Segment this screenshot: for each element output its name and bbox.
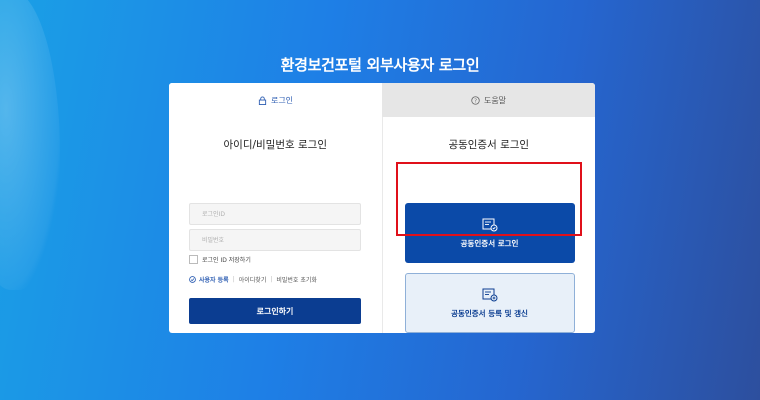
login-panel: 로그인 ? 도움말 아이디/비밀번호 로그인 로그인 ID 저장하기 — [169, 83, 595, 333]
cert-login-section: 공동인증서 로그인 공동인증서 로그인 공동인증서 등록 및 갱신 — [383, 117, 596, 333]
account-links: 사용자 등록 | 아이디찾기 | 비밀번호 초기화 — [189, 275, 317, 284]
login-id-input[interactable] — [189, 203, 361, 225]
register-link-label: 사용자 등록 — [199, 277, 229, 284]
check-circle-icon — [189, 276, 196, 283]
password-input[interactable] — [189, 229, 361, 251]
cert-register-button[interactable]: 공동인증서 등록 및 갱신 — [404, 273, 575, 333]
cert-login-label: 공동인증서 로그인 — [460, 238, 519, 248]
divider: | — [270, 276, 273, 283]
id-login-heading: 아이디/비밀번호 로그인 — [223, 139, 327, 151]
background-decoration — [0, 0, 60, 290]
tab-bar: 로그인 ? 도움말 — [169, 83, 595, 117]
divider: | — [232, 276, 235, 283]
remember-id-checkbox[interactable] — [189, 255, 198, 264]
register-link[interactable]: 사용자 등록 — [189, 275, 229, 284]
tab-help[interactable]: ? 도움말 — [382, 83, 595, 117]
tab-help-label: 도움말 — [483, 95, 507, 105]
cert-register-label: 공동인증서 등록 및 갱신 — [451, 308, 528, 318]
question-icon: ? — [471, 95, 480, 105]
tab-login-label: 로그인 — [270, 95, 294, 105]
certificate-register-icon — [482, 288, 497, 301]
lock-icon — [258, 95, 267, 105]
page-title: 환경보건포털 외부사용자 로그인 — [280, 56, 480, 74]
certificate-icon — [482, 218, 497, 231]
id-login-section: 아이디/비밀번호 로그인 로그인 ID 저장하기 사용자 등록 | 아이디찾기 … — [169, 117, 383, 333]
find-id-link[interactable]: 아이디찾기 — [239, 275, 267, 284]
remember-id: 로그인 ID 저장하기 — [189, 255, 251, 264]
cert-login-button[interactable]: 공동인증서 로그인 — [404, 203, 575, 263]
tab-login[interactable]: 로그인 — [169, 83, 382, 117]
cert-login-heading: 공동인증서 로그인 — [448, 139, 530, 151]
remember-id-label: 로그인 ID 저장하기 — [202, 257, 251, 264]
reset-password-link[interactable]: 비밀번호 초기화 — [276, 275, 317, 284]
svg-text:?: ? — [474, 98, 477, 104]
login-submit-button[interactable]: 로그인하기 — [189, 298, 361, 324]
